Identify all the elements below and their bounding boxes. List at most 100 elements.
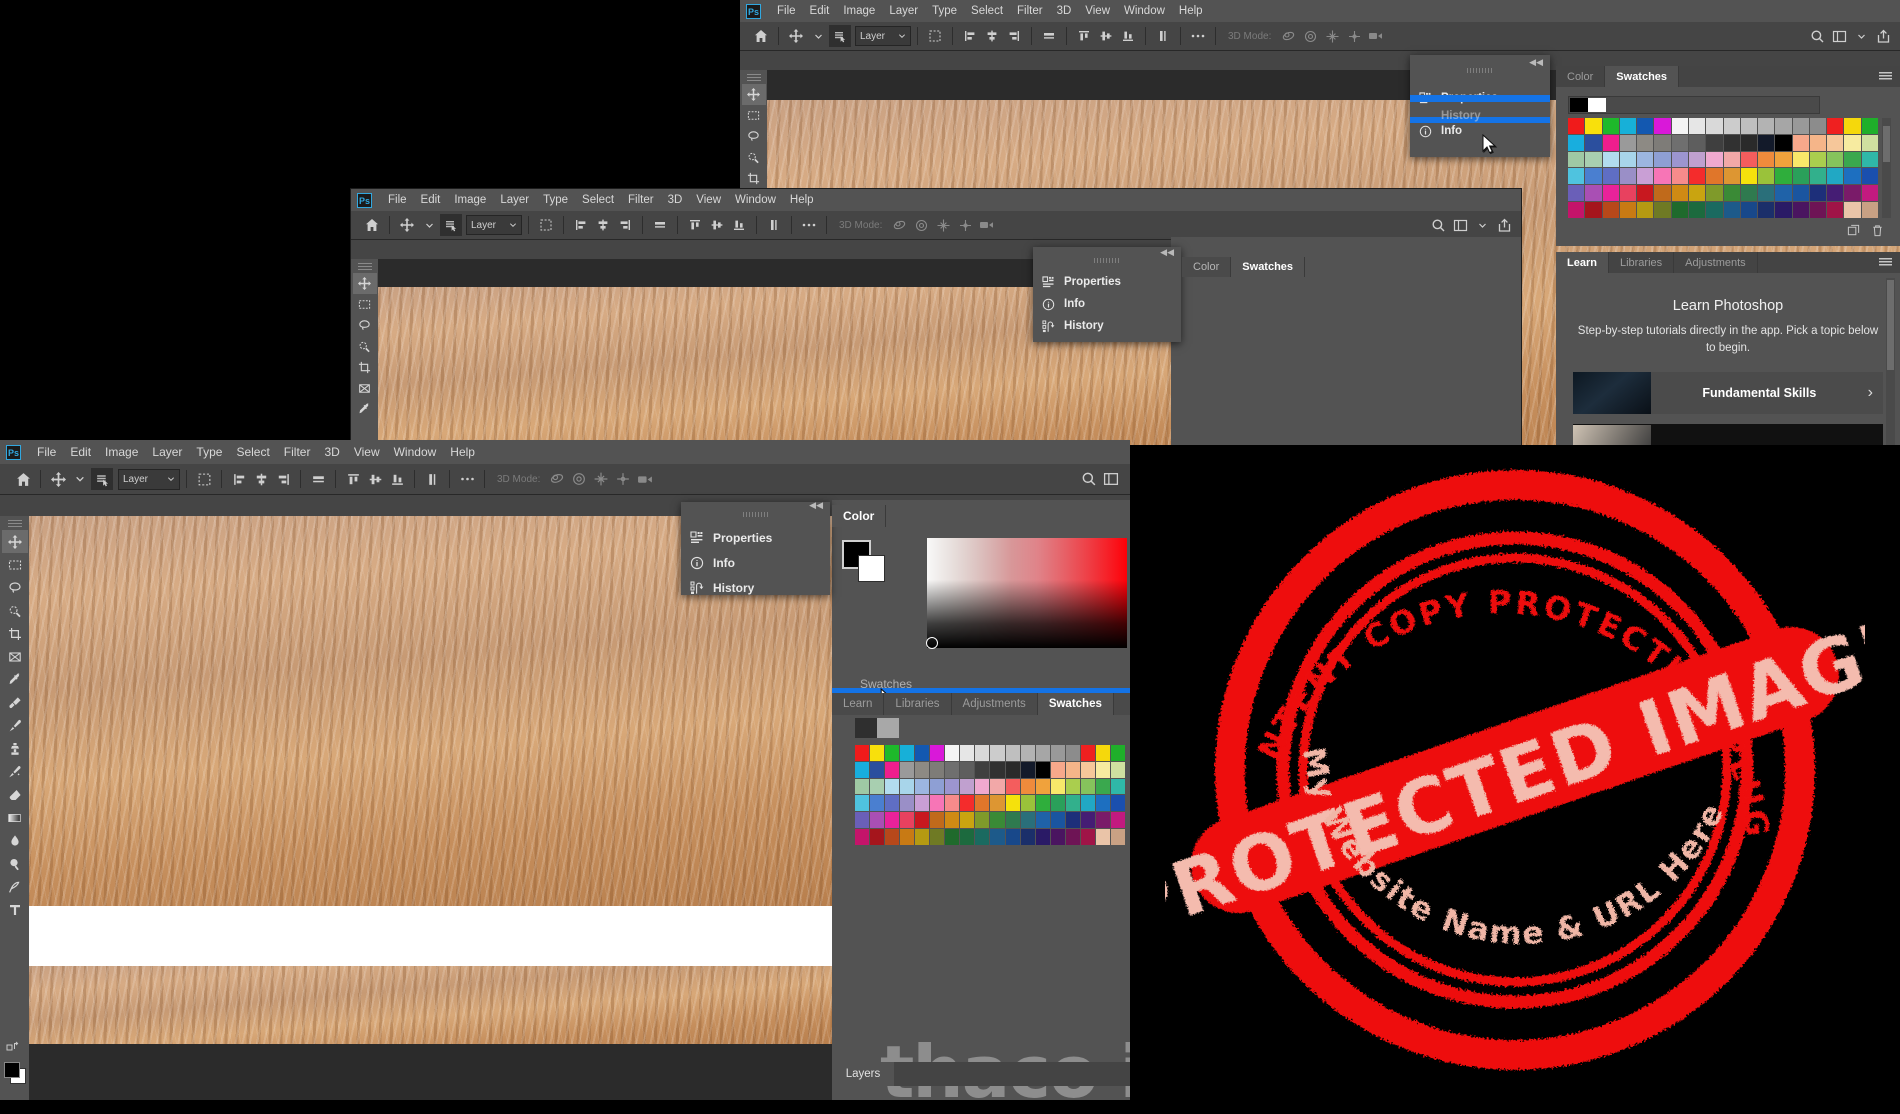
distribute-vertical-icon[interactable] xyxy=(763,214,785,236)
swatches-scrollbar[interactable] xyxy=(1882,118,1891,218)
swatch-cell[interactable] xyxy=(1723,185,1740,202)
layers-panel-strip[interactable] xyxy=(894,1062,1130,1086)
foreground-background-swatch-row[interactable] xyxy=(1568,96,1820,114)
zoom-3d-camera-icon[interactable] xyxy=(1365,25,1387,47)
color-picker-field[interactable] xyxy=(927,538,1127,648)
swatch-cell[interactable] xyxy=(930,778,945,795)
panel-menu-icon[interactable] xyxy=(1871,66,1900,87)
swatch-cell[interactable] xyxy=(1110,761,1125,778)
swatch-cell[interactable] xyxy=(1792,118,1809,134)
scrollbar-thumb[interactable] xyxy=(1883,126,1890,162)
swatch-cell[interactable] xyxy=(885,778,900,795)
tool-rectangular-marquee-tool[interactable] xyxy=(742,105,766,126)
tool-quick-selection-tool[interactable] xyxy=(353,336,377,357)
more-options-icon[interactable] xyxy=(798,214,820,236)
swatch-cell[interactable] xyxy=(975,812,990,829)
tool-lasso-tool[interactable] xyxy=(353,315,377,336)
search-icon[interactable] xyxy=(1427,214,1449,236)
swatch-cell[interactable] xyxy=(1080,778,1095,795)
swatch-cell[interactable] xyxy=(1585,168,1602,185)
swatch-cell[interactable] xyxy=(1758,202,1775,218)
swatch-cell[interactable] xyxy=(1602,118,1619,134)
tool-eyedropper-tool[interactable] xyxy=(353,399,377,420)
swatch-cell[interactable] xyxy=(855,745,870,761)
tool-rectangular-marquee-tool[interactable] xyxy=(353,294,377,315)
scrollbar-thumb[interactable] xyxy=(1887,280,1894,370)
menu-window[interactable]: Window xyxy=(728,194,783,206)
swatch-cell[interactable] xyxy=(1844,202,1861,218)
foreground-background-tool-swatch[interactable] xyxy=(4,1062,26,1084)
swatch-cell[interactable] xyxy=(870,829,885,845)
color-panel-front[interactable]: Color xyxy=(832,505,1130,690)
collapse-to-icons-icon[interactable]: ◀◀ xyxy=(809,500,823,511)
panel-flyout-middle[interactable]: ◀◀ Properties Info History xyxy=(1033,247,1181,342)
tool-pen-tool[interactable] xyxy=(3,875,27,898)
tab-color-front[interactable]: Color xyxy=(832,505,887,527)
swatch-cell[interactable] xyxy=(870,778,885,795)
swatch-cell[interactable] xyxy=(1065,761,1080,778)
swatch-cell[interactable] xyxy=(1110,745,1125,761)
swatch-cell[interactable] xyxy=(1706,118,1723,134)
swatch-cell[interactable] xyxy=(855,778,870,795)
swatch-cell[interactable] xyxy=(1827,168,1844,185)
layers-panel-tab[interactable]: Layers xyxy=(832,1062,894,1086)
swatch-cell[interactable] xyxy=(930,795,945,812)
tab-libraries-front[interactable]: Libraries xyxy=(884,693,952,715)
menu-select[interactable]: Select xyxy=(964,5,1010,17)
swatch-cell[interactable] xyxy=(1585,134,1602,151)
slide-3d-camera-icon[interactable] xyxy=(612,468,634,490)
swatch-cell[interactable] xyxy=(900,829,915,845)
swatch-cell[interactable] xyxy=(1758,118,1775,134)
swatch-cell[interactable] xyxy=(1035,795,1050,812)
align-vertical-centers-icon[interactable] xyxy=(706,214,728,236)
move-tool-icon[interactable] xyxy=(47,468,69,490)
tool-frame-tool[interactable] xyxy=(353,378,377,399)
auto-select-target-dropdown[interactable]: Layer xyxy=(855,26,911,46)
photoshop-window-middle[interactable]: Ps File Edit Image Layer Type Select Fil… xyxy=(350,188,1522,450)
swatch-cell[interactable] xyxy=(1740,168,1758,185)
panel-grip[interactable] xyxy=(357,263,372,270)
swatch-cell[interactable] xyxy=(1585,118,1602,134)
swatch-cell[interactable] xyxy=(1005,778,1020,795)
menu-filter[interactable]: Filter xyxy=(277,445,318,459)
tool-lasso-tool[interactable] xyxy=(3,576,27,599)
swatch-cell[interactable] xyxy=(990,778,1005,795)
swatch-cell[interactable] xyxy=(1080,812,1095,829)
swatch-cell[interactable] xyxy=(1844,151,1861,168)
swatch-cell[interactable] xyxy=(1602,202,1619,218)
swatch-cell[interactable] xyxy=(1688,151,1706,168)
swatch-cell[interactable] xyxy=(1005,829,1020,845)
swatch-cell[interactable] xyxy=(990,745,1005,761)
swatch-cell[interactable] xyxy=(885,829,900,845)
swatch-cell[interactable] xyxy=(1792,151,1809,168)
swatch-cell[interactable] xyxy=(1637,185,1654,202)
swatch-cell[interactable] xyxy=(855,761,870,778)
swatch-cell[interactable] xyxy=(1110,812,1125,829)
swatch-cell[interactable] xyxy=(1602,168,1619,185)
swatch-cell[interactable] xyxy=(1095,761,1110,778)
swatch-cell[interactable] xyxy=(1706,134,1723,151)
tool-frame-tool[interactable] xyxy=(3,645,27,668)
align-left-edges-icon[interactable] xyxy=(228,468,250,490)
menu-image[interactable]: Image xyxy=(836,5,882,17)
swatch-cell[interactable] xyxy=(1020,761,1035,778)
chevron-down-icon[interactable] xyxy=(418,214,440,236)
swatch-cell[interactable] xyxy=(1706,202,1723,218)
tool-quick-selection-tool[interactable] xyxy=(742,147,766,168)
menu-3d[interactable]: 3D xyxy=(1050,5,1079,17)
pan-3d-camera-icon[interactable] xyxy=(590,468,612,490)
menu-help[interactable]: Help xyxy=(443,445,482,459)
swatch-cell[interactable] xyxy=(1827,151,1844,168)
swatch-cell[interactable] xyxy=(1568,185,1585,202)
swatch-cell[interactable] xyxy=(1723,151,1740,168)
swatch-cell[interactable] xyxy=(1775,118,1792,134)
align-vertical-centers-icon[interactable] xyxy=(364,468,386,490)
background-color-chip-panel[interactable] xyxy=(858,555,885,582)
swatch-cell[interactable] xyxy=(1005,745,1020,761)
panel-flyout-front[interactable]: ◀◀ Properties Info History xyxy=(681,500,830,595)
swatch-cell[interactable] xyxy=(1050,745,1065,761)
tool-quick-selection-tool[interactable] xyxy=(3,599,27,622)
align-bottom-edges-icon[interactable] xyxy=(728,214,750,236)
swatch-cell[interactable] xyxy=(1095,829,1110,845)
tool-clone-stamp-tool[interactable] xyxy=(3,737,27,760)
